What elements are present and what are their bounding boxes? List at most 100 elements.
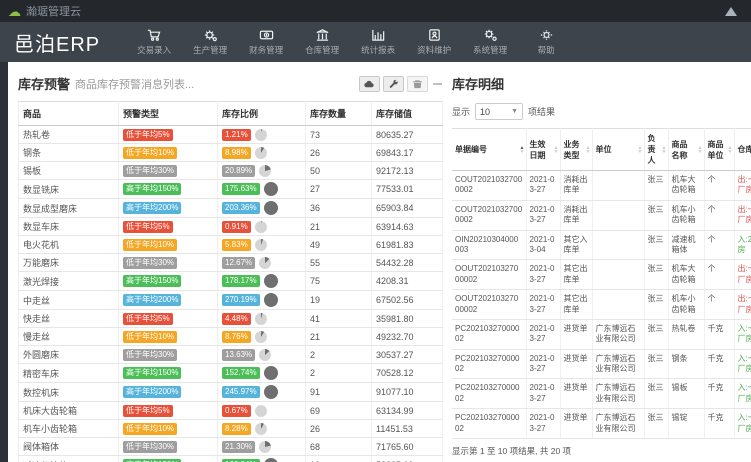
detail-col-header[interactable]: 仓库▲▼ xyxy=(734,129,751,171)
nav-item-warehouse[interactable]: 仓库管理 xyxy=(294,22,350,62)
cell-product: 电火花机 xyxy=(19,236,119,254)
cell-owner: 张三 xyxy=(644,260,668,290)
nav-item-production[interactable]: 生产管理 xyxy=(182,22,238,62)
cell-stock-ratio: 0.67% xyxy=(218,402,306,420)
cell-stock-value: 58235.09 xyxy=(372,456,443,462)
alert-table-row[interactable]: 激光焊接高于年均150%178.17%754208.31 xyxy=(19,272,443,291)
ratio-pie-icon xyxy=(255,313,267,325)
detail-table-row[interactable]: COUT202103270000022021-03-27消耗出库单张三机车小齿轮… xyxy=(452,200,751,230)
detail-table-row[interactable]: OIN202103040000032021-03-04其它入库单张三减速机箱体个… xyxy=(452,230,751,260)
collapsed-sidebar[interactable] xyxy=(0,62,8,462)
cell-product-name: 热轧卷 xyxy=(668,319,704,349)
detail-col-header[interactable]: 单位▲▼ xyxy=(592,129,644,171)
cell-warning-type: 低于年均5% xyxy=(119,218,218,236)
cell-owner: 张三 xyxy=(644,319,668,349)
ratio-wrap: 270.19% xyxy=(222,293,301,307)
nav-item-finance[interactable]: 财务管理 xyxy=(238,22,294,62)
cell-warning-type: 低于年均10% xyxy=(119,328,218,346)
nav-item-reports[interactable]: 统计报表 xyxy=(350,22,406,62)
ratio-pie-icon xyxy=(255,129,267,141)
page-size-value: 10 xyxy=(480,107,490,117)
alert-table-row[interactable]: 数显车床低于年均5%0.91%2163914.63 xyxy=(19,218,443,236)
ratio-pie-icon xyxy=(259,165,271,177)
detail-table-row[interactable]: PC202103270000022021-03-27进货单广东博远石业有限公司张… xyxy=(452,409,751,439)
alert-table-row[interactable]: 万能磨床低于年均30%12.67%5554432.28 xyxy=(19,254,443,272)
warning-type-badge: 高于年均150% xyxy=(123,367,181,379)
cell-unit: 广东博远石业有限公司 xyxy=(592,319,644,349)
detail-table-row[interactable]: OOUT202103270000022021-03-27其它出库单张三机车大齿轮… xyxy=(452,260,751,290)
detail-col-header[interactable]: 生效日期▲▼ xyxy=(526,129,560,171)
cell-stock-ratio: 5.83% xyxy=(218,236,306,254)
banknote-icon xyxy=(259,28,274,42)
detail-table-row[interactable]: COUT202103270000022021-03-27消耗出库单张三机车大齿轮… xyxy=(452,171,751,201)
delete-button[interactable] xyxy=(407,76,428,92)
alert-table-row[interactable]: 中走丝高于年均200%270.19%1967502.56 xyxy=(19,291,443,310)
alert-table-row[interactable]: 数显成型磨床高于年均200%203.36%3665903.84 xyxy=(19,199,443,218)
cell-doc-id: PC20210327000002 xyxy=(452,349,526,379)
cell-doc-id: COUT20210327000002 xyxy=(452,171,526,201)
alert-table-row[interactable]: 外圆磨床低于年均30%13.63%230537.27 xyxy=(19,346,443,364)
alert-table-row[interactable]: 锡板低于年均30%20.89%5092172.13 xyxy=(19,162,443,180)
alert-table-row[interactable]: 机床大齿轮箱低于年均5%0.67%6963134.99 xyxy=(19,402,443,420)
nav-item-label: 财务管理 xyxy=(249,44,283,56)
detail-col-header[interactable]: 负责人▲▼ xyxy=(644,129,668,171)
alert-table-row[interactable]: 快走丝低于年均5%4.48%4135981.80 xyxy=(19,310,443,328)
col-header-product[interactable]: 商品 xyxy=(19,102,119,126)
detail-table-body: COUT202103270000022021-03-27消耗出库单张三机车大齿轮… xyxy=(452,171,751,439)
detail-table-row[interactable]: OOUT202103270000022021-03-27其它出库单张三机车小齿轮… xyxy=(452,290,751,320)
col-header-stock-ratio[interactable]: 库存比例 xyxy=(218,102,306,126)
cell-stock-ratio: 203.36% xyxy=(218,199,306,218)
settings-button[interactable] xyxy=(383,76,404,92)
cell-product: 数显车床 xyxy=(19,218,119,236)
ratio-badge: 178.17% xyxy=(222,275,260,287)
nav-item-help[interactable]: 帮助 xyxy=(518,22,574,62)
detail-col-header[interactable]: 单据编号▲▼ xyxy=(452,129,526,171)
alert-table-row[interactable]: 数显铣床高于年均150%175.63%2777533.01 xyxy=(19,180,443,199)
nav-item-label: 仓库管理 xyxy=(305,44,339,56)
nav-item-data-maintenance[interactable]: 资料维护 xyxy=(406,22,462,62)
ratio-pie-icon xyxy=(264,182,278,196)
col-header-stock-value[interactable]: 库存储值 xyxy=(372,102,443,126)
detail-col-header[interactable]: 业务类型▲▼ xyxy=(560,129,592,171)
alert-table-row[interactable]: 精密车床高于年均150%152.74%270528.12 xyxy=(19,364,443,383)
detail-table-row[interactable]: PC202103270000022021-03-27进货单广东博远石业有限公司张… xyxy=(452,319,751,349)
page-size-select[interactable]: 10 ▼ xyxy=(475,103,523,120)
ratio-badge: 13.63% xyxy=(222,349,255,361)
cell-warning-type: 低于年均30% xyxy=(119,346,218,364)
nav-item-system[interactable]: 系统管理 xyxy=(462,22,518,62)
cell-product: 激光焊接 xyxy=(19,272,119,291)
warning-triangle-icon[interactable] xyxy=(725,7,737,16)
alert-table-row[interactable]: 数控机床高于年均200%245.97%9191077.10 xyxy=(19,383,443,402)
detail-col-header[interactable]: 商品名称▲▼ xyxy=(668,129,704,171)
cell-product: 精密车床 xyxy=(19,364,119,383)
ratio-wrap: 5.83% xyxy=(222,239,301,251)
cell-warning-type: 高于年均200% xyxy=(119,291,218,310)
ratio-wrap: 12.67% xyxy=(222,257,301,269)
alert-table-row[interactable]: 阀体箱体低于年均30%21.30%6871765.60 xyxy=(19,438,443,456)
col-header-stock-qty[interactable]: 库存数量 xyxy=(306,102,372,126)
detail-table-row[interactable]: PC202103270000022021-03-27进货单广东博远石业有限公司张… xyxy=(452,349,751,379)
col-header-warning-type[interactable]: 预警类型 xyxy=(119,102,218,126)
panel-collapse-dash[interactable] xyxy=(433,83,442,85)
detail-table-row[interactable]: PC202103270000022021-03-27进货单广东博远石业有限公司张… xyxy=(452,379,751,409)
ratio-pie-icon xyxy=(255,239,267,251)
alert-table-row[interactable]: 减速机箱体高于年均150%160.84%1658235.09 xyxy=(19,456,443,462)
cell-warning-type: 低于年均10% xyxy=(119,420,218,438)
ratio-badge: 20.89% xyxy=(222,165,255,177)
detail-col-header[interactable]: 商品单位▲▼ xyxy=(704,129,734,171)
alert-table-row[interactable]: 机车小齿轮箱低于年均10%8.28%2611451.53 xyxy=(19,420,443,438)
cell-doc-id: PC20210327000002 xyxy=(452,379,526,409)
alert-table-row[interactable]: 慢走丝低于年均10%8.76%2149232.70 xyxy=(19,328,443,346)
warning-type-badge: 低于年均5% xyxy=(123,129,173,141)
alert-table-row[interactable]: 电火花机低于年均10%5.83%4961981.83 xyxy=(19,236,443,254)
cell-stock-ratio: 0.91% xyxy=(218,218,306,236)
cell-warning-type: 高于年均200% xyxy=(119,199,218,218)
alert-table-row[interactable]: 热轧卷低于年均5%1.21%7380635.27 xyxy=(19,126,443,144)
nav-item-label: 交易录入 xyxy=(137,44,171,56)
cell-stock-value: 71765.60 xyxy=(372,438,443,456)
app-logo: 邑泊ERP xyxy=(14,28,100,57)
nav-item-trade-entry[interactable]: 交易录入 xyxy=(126,22,182,62)
export-button[interactable] xyxy=(359,76,380,92)
alert-table-row[interactable]: 钢条低于年均10%8.98%2669843.17 xyxy=(19,144,443,162)
cell-doc-id: COUT20210327000002 xyxy=(452,200,526,230)
